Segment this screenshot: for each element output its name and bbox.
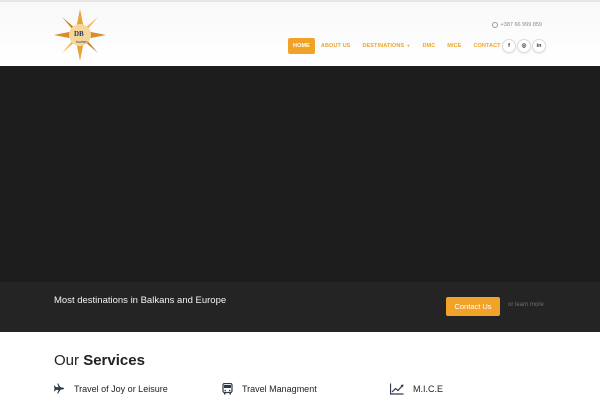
nav-destinations-label: DESTINATIONS <box>362 43 405 49</box>
services-title-light: Our <box>54 352 80 369</box>
service-label: Travel Managment <box>242 384 317 394</box>
facebook-icon[interactable]: f <box>502 39 516 53</box>
cta-text: Most destinations in Balkans and Europe <box>54 295 227 306</box>
learn-more-link[interactable]: learn more <box>515 302 544 308</box>
site-header: DB tourism +387 66 999 859 HOME ABOUT US… <box>0 2 600 67</box>
service-travel-leisure[interactable]: Travel of Joy or Leisure <box>54 383 168 394</box>
nav-about-us[interactable]: ABOUT US <box>315 38 357 54</box>
services-title: Our Services <box>54 352 145 369</box>
service-label: Travel of Joy or Leisure <box>74 383 168 394</box>
linkedin-icon[interactable]: in <box>532 39 546 53</box>
phone-number: +387 66 999 859 <box>500 22 542 28</box>
cta-or-learn-more: or learn more <box>508 302 544 308</box>
nav-destinations[interactable]: DESTINATIONS ▼ <box>356 38 416 54</box>
chart-line-icon <box>390 383 404 395</box>
service-label: M.I.C.E <box>413 384 444 394</box>
nav-dmc[interactable]: DMC <box>416 38 441 54</box>
nav-mice[interactable]: MICE <box>441 38 467 54</box>
bus-icon <box>222 383 233 395</box>
phone-contact: +387 66 999 859 <box>491 22 542 28</box>
airplane-icon <box>54 383 65 394</box>
main-nav: HOME ABOUT US DESTINATIONS ▼ DMC MICE CO… <box>288 38 516 54</box>
hero-banner <box>0 66 600 282</box>
chevron-down-icon: ▼ <box>405 43 411 48</box>
logo[interactable]: DB tourism <box>54 9 106 61</box>
nav-home[interactable]: HOME <box>288 38 315 54</box>
logo-letters: DB <box>74 30 84 38</box>
service-travel-management[interactable]: Travel Managment <box>222 383 317 395</box>
cta-or-text: or <box>508 302 514 308</box>
services-title-bold: Services <box>83 352 145 369</box>
instagram-icon[interactable]: ◎ <box>517 39 531 53</box>
contact-us-button[interactable]: Contact Us <box>446 297 500 316</box>
service-mice[interactable]: M.I.C.E <box>390 383 443 395</box>
whatsapp-icon <box>491 22 498 28</box>
logo-subtitle: tourism <box>76 40 88 44</box>
